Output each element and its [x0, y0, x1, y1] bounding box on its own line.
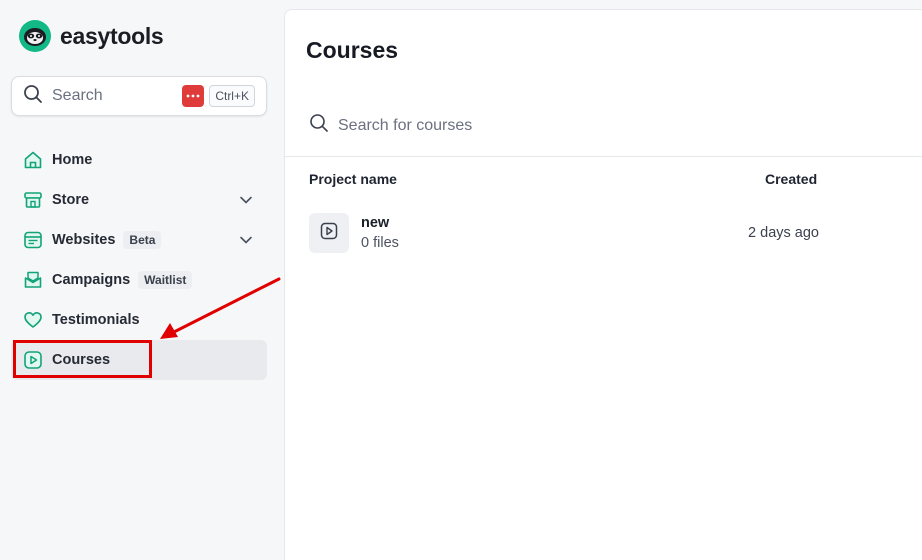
- course-file-count: 0 files: [361, 235, 399, 251]
- mail-icon: [22, 269, 44, 291]
- sidebar-item-store[interactable]: Store: [11, 180, 267, 220]
- courses-search-input[interactable]: Search for courses: [309, 113, 472, 138]
- column-header-project-name[interactable]: Project name: [309, 171, 397, 187]
- table-row[interactable]: new 0 files 2 days ago: [309, 212, 819, 254]
- annotation-arrow-icon: [160, 277, 281, 339]
- brand[interactable]: easytools: [19, 19, 164, 53]
- sidebar-item-label: Store: [52, 192, 90, 208]
- page-title: Courses: [306, 37, 399, 63]
- course-created-date: 2 days ago: [748, 225, 819, 241]
- beta-badge: Beta: [123, 231, 162, 249]
- sidebar-item-label: Campaigns: [52, 272, 131, 288]
- divider: [285, 156, 922, 157]
- brand-name: easytools: [60, 22, 164, 49]
- sidebar-item-label: Home: [52, 152, 93, 168]
- main-panel: Courses Search for courses Project name …: [284, 9, 922, 560]
- store-icon: [22, 189, 44, 211]
- search-placeholder: Search for courses: [338, 116, 473, 134]
- search-label: Search: [52, 87, 103, 104]
- heart-icon: [22, 309, 44, 331]
- sidebar-item-label: Testimonials: [52, 312, 140, 328]
- course-thumbnail: [309, 213, 349, 253]
- sidebar: easytools Search Ctrl+K Home Store Websi…: [0, 0, 284, 560]
- shortcut-hint: Ctrl+K: [209, 85, 255, 107]
- sidebar-item-home[interactable]: Home: [11, 140, 267, 180]
- column-header-created[interactable]: Created: [765, 171, 817, 187]
- sidebar-search[interactable]: Search Ctrl+K: [11, 76, 267, 116]
- chevron-down-icon[interactable]: [239, 233, 253, 251]
- highlight-box: [13, 340, 152, 378]
- search-icon: [309, 113, 329, 138]
- website-icon: [22, 229, 44, 251]
- dots-icon: [182, 85, 205, 107]
- course-name[interactable]: new: [361, 215, 389, 231]
- sloth-logo-icon: [19, 20, 51, 52]
- chevron-down-icon[interactable]: [239, 193, 253, 211]
- play-icon: [319, 221, 339, 246]
- search-icon: [23, 84, 43, 109]
- home-icon: [22, 149, 44, 171]
- sidebar-item-label: Websites: [52, 232, 116, 248]
- sidebar-item-websites[interactable]: Websites Beta: [11, 220, 267, 260]
